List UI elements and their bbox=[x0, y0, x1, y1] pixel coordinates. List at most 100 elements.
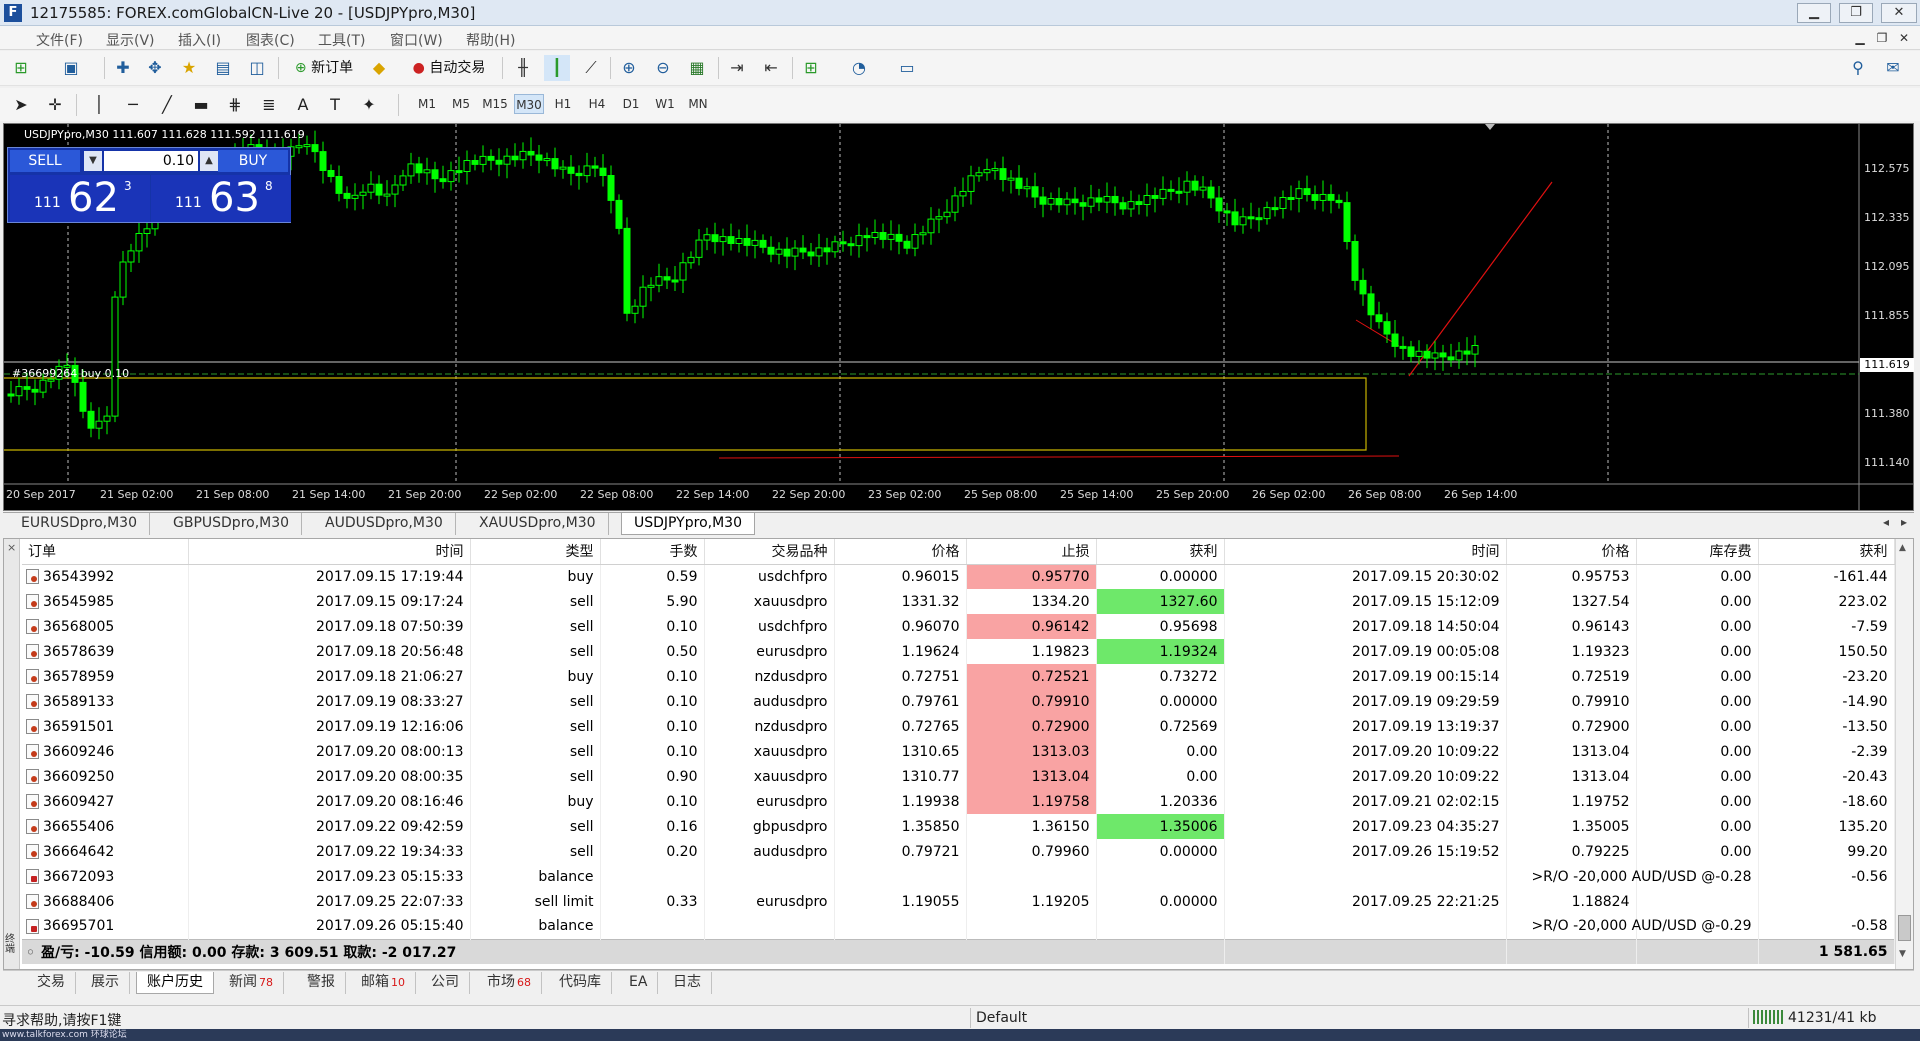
timeframe-m5[interactable]: M5 bbox=[448, 94, 474, 114]
cursor-icon[interactable]: ➤ bbox=[8, 92, 34, 118]
table-row[interactable]: 36664642 2017.09.22 19:34:33 sell 0.20 audus… bbox=[22, 839, 1895, 864]
fibonacci-icon[interactable]: ≣ bbox=[256, 92, 282, 118]
data-window-icon[interactable]: ✥ bbox=[142, 55, 168, 81]
periods-icon[interactable]: ◔ bbox=[846, 55, 872, 81]
mdi-minimize-icon[interactable]: ▁ bbox=[1850, 29, 1870, 47]
bar-chart-icon[interactable]: ╫ bbox=[510, 55, 536, 81]
tab-alerts[interactable]: 警报 bbox=[297, 972, 346, 994]
vertical-line-icon[interactable]: │ bbox=[86, 92, 112, 118]
auto-trading-button[interactable]: ● 自动交易 bbox=[404, 55, 494, 81]
tabs-scroll-right-icon[interactable]: ▸ bbox=[1901, 515, 1907, 529]
horizontal-line-icon[interactable]: ─ bbox=[120, 92, 146, 118]
col-take-profit[interactable]: 获利 bbox=[1096, 539, 1225, 565]
timeframe-m15[interactable]: M15 bbox=[480, 94, 510, 114]
gann-icon[interactable]: ⋕ bbox=[222, 92, 248, 118]
menu-help[interactable]: 帮助(H) bbox=[466, 30, 515, 50]
lot-size-input[interactable]: 0.10 bbox=[104, 151, 198, 171]
col-close-price[interactable]: 价格 bbox=[1506, 539, 1637, 565]
tab-gbpusd[interactable]: GBPUSDpro,M30 bbox=[161, 513, 303, 535]
sell-price-button[interactable]: 111 62 3 bbox=[10, 175, 150, 222]
arrows-icon[interactable]: ✦ bbox=[356, 92, 382, 118]
restore-button[interactable]: ❐ bbox=[1839, 3, 1873, 23]
col-order[interactable]: 订单 bbox=[22, 539, 189, 565]
profiles-icon[interactable]: ▣ bbox=[58, 55, 84, 81]
col-type[interactable]: 类型 bbox=[470, 539, 601, 565]
chat-icon[interactable]: ✉ bbox=[1880, 55, 1906, 81]
timeframe-h1[interactable]: H1 bbox=[550, 94, 576, 114]
search-icon[interactable]: ⚲ bbox=[1845, 55, 1871, 81]
channel-icon[interactable]: ▬ bbox=[188, 92, 214, 118]
timeframe-h4[interactable]: H4 bbox=[584, 94, 610, 114]
tile-windows-icon[interactable]: ▦ bbox=[684, 55, 710, 81]
auto-scroll-icon[interactable]: ⇥ bbox=[724, 55, 750, 81]
tab-exposure[interactable]: 展示 bbox=[81, 972, 130, 994]
menu-charts[interactable]: 图表(C) bbox=[246, 30, 295, 50]
market-watch-icon[interactable]: ✚ bbox=[110, 55, 136, 81]
table-row[interactable]: 36609427 2017.09.20 08:16:46 buy 0.10 eurusd… bbox=[22, 789, 1895, 814]
timeframe-m30[interactable]: M30 bbox=[514, 94, 544, 114]
col-symbol[interactable]: 交易品种 bbox=[704, 539, 835, 565]
sell-button[interactable]: SELL bbox=[10, 150, 80, 172]
tab-xauusd[interactable]: XAUUSDpro,M30 bbox=[467, 513, 609, 535]
tab-news[interactable]: 新闻 78 bbox=[219, 972, 284, 994]
tab-code-base[interactable]: 代码库 bbox=[549, 972, 612, 994]
new-chart-icon[interactable]: ⊞ bbox=[8, 55, 34, 81]
trendline-icon[interactable]: ╱ bbox=[154, 92, 180, 118]
table-row[interactable]: 36695701 2017.09.26 05:15:40 balance >R/… bbox=[22, 914, 1895, 939]
tab-market[interactable]: 市场 68 bbox=[477, 972, 542, 994]
candlestick-chart-icon[interactable]: ┃ bbox=[544, 55, 570, 81]
tab-journal[interactable]: 日志 bbox=[663, 972, 712, 994]
chart-shift-icon[interactable]: ⇤ bbox=[758, 55, 784, 81]
table-row[interactable]: 36578959 2017.09.18 21:06:27 buy 0.10 nzdusd… bbox=[22, 664, 1895, 689]
zoom-out-icon[interactable]: ⊖ bbox=[650, 55, 676, 81]
line-chart-icon[interactable]: ⟋ bbox=[578, 55, 604, 81]
text-label-icon[interactable]: T bbox=[322, 92, 348, 118]
table-row[interactable]: 36591501 2017.09.19 12:16:06 sell 0.10 nzdus… bbox=[22, 714, 1895, 739]
tab-trade[interactable]: 交易 bbox=[27, 972, 76, 994]
mdi-restore-icon[interactable]: ❐ bbox=[1872, 29, 1892, 47]
timeframe-w1[interactable]: W1 bbox=[652, 94, 678, 114]
indicators-icon[interactable]: ⊞ bbox=[798, 55, 824, 81]
table-row[interactable]: 36578639 2017.09.18 20:56:48 sell 0.50 eurus… bbox=[22, 639, 1895, 664]
text-icon[interactable]: A bbox=[290, 92, 316, 118]
crosshair-icon[interactable]: ✛ bbox=[42, 92, 68, 118]
table-scrollbar[interactable]: ▲ ▼ bbox=[1895, 539, 1913, 969]
templates-icon[interactable]: ▭ bbox=[894, 55, 920, 81]
minimize-button[interactable]: ▁ bbox=[1797, 3, 1831, 23]
tab-eurusd[interactable]: EURUSDpro,M30 bbox=[9, 513, 150, 535]
terminal-icon[interactable]: ▤ bbox=[210, 55, 236, 81]
timeframe-d1[interactable]: D1 bbox=[618, 94, 644, 114]
menu-file[interactable]: 文件(F) bbox=[36, 30, 83, 50]
menu-view[interactable]: 显示(V) bbox=[106, 30, 155, 50]
col-open-price[interactable]: 价格 bbox=[834, 539, 967, 565]
lot-increase-icon[interactable]: ▲ bbox=[200, 151, 218, 171]
tab-experts[interactable]: EA bbox=[619, 972, 659, 994]
table-row[interactable]: 36568005 2017.09.18 07:50:39 sell 0.10 usdch… bbox=[22, 614, 1895, 639]
table-row[interactable]: 36609250 2017.09.20 08:00:35 sell 0.90 xauus… bbox=[22, 764, 1895, 789]
timeframe-m1[interactable]: M1 bbox=[414, 94, 440, 114]
scroll-up-icon[interactable]: ▲ bbox=[1899, 543, 1906, 553]
col-close-time[interactable]: 时间 bbox=[1224, 539, 1507, 565]
buy-button[interactable]: BUY bbox=[218, 150, 288, 172]
table-row[interactable]: 36609246 2017.09.20 08:00:13 sell 0.10 xauus… bbox=[22, 739, 1895, 764]
lot-decrease-icon[interactable]: ▼ bbox=[84, 151, 102, 171]
col-swap[interactable]: 库存费 bbox=[1636, 539, 1759, 565]
strategy-tester-icon[interactable]: ◫ bbox=[244, 55, 270, 81]
close-button[interactable]: ✕ bbox=[1881, 3, 1917, 23]
tabs-scroll-left-icon[interactable]: ◂ bbox=[1883, 515, 1889, 529]
timeframe-mn[interactable]: MN bbox=[684, 94, 712, 114]
table-row[interactable]: 36589133 2017.09.19 08:33:27 sell 0.10 audus… bbox=[22, 689, 1895, 714]
table-row[interactable]: 36545985 2017.09.15 09:17:24 sell 5.90 xauus… bbox=[22, 589, 1895, 614]
col-lots[interactable]: 手数 bbox=[600, 539, 705, 565]
table-row[interactable]: 36543992 2017.09.15 17:19:44 buy 0.59 usdchf… bbox=[22, 564, 1895, 589]
navigator-icon[interactable]: ★ bbox=[176, 55, 202, 81]
menu-window[interactable]: 窗口(W) bbox=[390, 30, 443, 50]
tab-mailbox[interactable]: 邮箱 10 bbox=[351, 972, 416, 994]
col-open-time[interactable]: 时间 bbox=[188, 539, 471, 565]
tab-audusd[interactable]: AUDUSDpro,M30 bbox=[313, 513, 456, 535]
close-icon[interactable]: × bbox=[7, 541, 16, 554]
buy-price-button[interactable]: 111 63 8 bbox=[151, 175, 291, 222]
table-row[interactable]: 36688406 2017.09.25 22:07:33 sell limit … bbox=[22, 889, 1895, 914]
tab-account-history[interactable]: 账户历史 bbox=[136, 972, 214, 994]
col-profit[interactable]: 获利 bbox=[1758, 539, 1895, 565]
